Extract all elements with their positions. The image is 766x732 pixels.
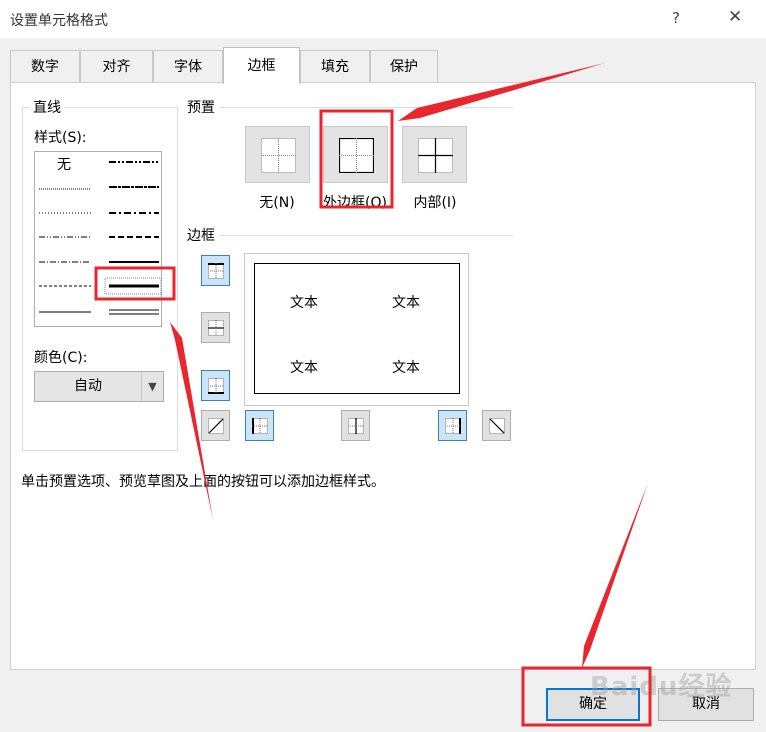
- border-diagonal-down-button[interactable]: [482, 410, 511, 441]
- line-group-label: 直线: [30, 97, 64, 117]
- line-style-list[interactable]: 无: [34, 151, 162, 327]
- border-top-button[interactable]: [201, 255, 230, 286]
- border-top-icon: [208, 263, 224, 279]
- border-inside-vertical-button[interactable]: [341, 410, 370, 441]
- help-button[interactable]: ?: [672, 9, 680, 27]
- border-divider: [187, 235, 513, 236]
- border-bottom-button[interactable]: [201, 370, 230, 401]
- watermark: Baidu经验: [590, 672, 733, 702]
- tab-fill[interactable]: 填充: [300, 50, 370, 83]
- preset-inside-button[interactable]: [402, 126, 467, 183]
- preset-outline-icon: [339, 138, 374, 173]
- preset-none-label: 无(N): [259, 195, 295, 211]
- border-label: 边框: [187, 225, 219, 245]
- line-style-swatches[interactable]: [35, 152, 161, 326]
- border-preview[interactable]: 文本 文本 文本 文本: [244, 253, 469, 406]
- presets-label: 预置: [187, 97, 219, 117]
- color-value: 自动: [74, 378, 102, 394]
- preset-outline-label: 外边框(O): [323, 195, 387, 211]
- border-right-icon: [445, 418, 461, 434]
- preview-text: 文本: [392, 360, 420, 376]
- border-inside-horizontal-icon: [208, 320, 224, 336]
- border-right-button[interactable]: [438, 410, 467, 441]
- hint-text: 单击预置选项、预览草图及上面的按钮可以添加边框样式。: [21, 474, 385, 490]
- preset-outline-button[interactable]: [323, 126, 388, 183]
- preview-text: 文本: [290, 295, 318, 311]
- tab-number[interactable]: 数字: [10, 50, 80, 83]
- color-label: 颜色(C):: [34, 350, 88, 366]
- tab-font[interactable]: 字体: [153, 50, 223, 83]
- tab-protection[interactable]: 保护: [370, 50, 438, 83]
- preset-none-button[interactable]: [245, 126, 310, 183]
- border-diagonal-up-button[interactable]: [201, 410, 230, 441]
- tab-alignment[interactable]: 对齐: [80, 50, 153, 83]
- style-label: 样式(S):: [34, 130, 87, 146]
- border-left-button[interactable]: [245, 410, 274, 441]
- preview-text: 文本: [290, 360, 318, 376]
- diagonal-down-icon: [489, 418, 505, 434]
- tab-border[interactable]: 边框: [223, 47, 300, 84]
- color-dropdown[interactable]: 自动 ▼: [34, 371, 164, 402]
- title-bar: 设置单元格格式 ? ✕: [0, 0, 766, 38]
- border-inside-horizontal-button[interactable]: [201, 312, 230, 343]
- border-left-icon: [252, 418, 268, 434]
- dialog-title: 设置单元格格式: [10, 13, 108, 29]
- preset-inside-icon: [418, 138, 453, 173]
- border-inside-vertical-icon: [348, 418, 364, 434]
- border-bottom-icon: [208, 378, 224, 394]
- chevron-down-icon[interactable]: ▼: [141, 372, 163, 401]
- diagonal-up-icon: [208, 418, 224, 434]
- preset-inside-label: 内部(I): [413, 195, 457, 211]
- close-button[interactable]: ✕: [728, 7, 742, 27]
- border-panel: 直线 样式(S): 无 颜色(C): 自动 ▼ 预置 无(N) 外边框(O) 内…: [10, 82, 756, 670]
- preset-none-icon: [261, 138, 296, 173]
- preview-outline: [254, 263, 460, 394]
- presets-divider: [187, 107, 513, 108]
- preview-text: 文本: [392, 295, 420, 311]
